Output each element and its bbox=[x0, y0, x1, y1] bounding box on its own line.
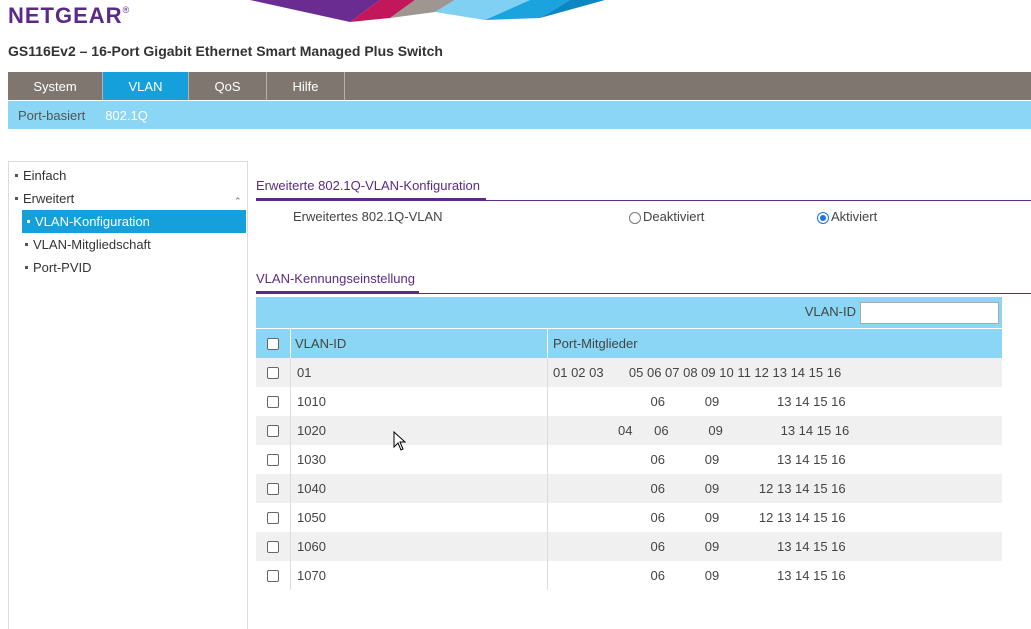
row-checkbox[interactable] bbox=[267, 366, 279, 379]
sidebar-item-port-pvid[interactable]: Port-PVID bbox=[25, 260, 92, 275]
sub-nav: Port-basiert 802.1Q bbox=[8, 101, 1031, 129]
row-checkbox[interactable] bbox=[267, 540, 279, 553]
table-row[interactable]: 1050 06 09 12 13 14 15 16 bbox=[256, 503, 1002, 532]
bullet-icon bbox=[27, 220, 30, 223]
sidebar-item-label: VLAN-Mitgliedschaft bbox=[33, 237, 151, 252]
filter-row: VLAN-ID bbox=[256, 297, 1002, 328]
section-underline bbox=[256, 291, 419, 294]
sidebar-item-label: Port-PVID bbox=[33, 260, 92, 275]
subnav-port-basiert[interactable]: Port-basiert bbox=[8, 108, 85, 123]
select-all-checkbox[interactable] bbox=[267, 337, 279, 350]
config-section-title: Erweiterte 802.1Q-VLAN-Konfiguration bbox=[256, 178, 481, 193]
vlan-id-filter-input[interactable] bbox=[860, 302, 999, 324]
port-members-cell: 01 02 03 05 06 07 08 09 10 11 12 13 14 1… bbox=[553, 365, 842, 380]
main-nav: System VLAN QoS Hilfe bbox=[8, 72, 1031, 100]
bullet-icon bbox=[15, 197, 18, 201]
brand-registered-mark: ® bbox=[122, 5, 131, 15]
port-members-cell: 06 09 13 14 15 16 bbox=[553, 452, 846, 467]
header-banner-graphic bbox=[250, 0, 605, 22]
vlan-mode-label: Erweitertes 802.1Q-VLAN bbox=[293, 209, 443, 224]
bullet-icon bbox=[15, 174, 18, 178]
vlan-id-cell: 1070 bbox=[297, 568, 326, 583]
bullet-icon bbox=[25, 243, 28, 247]
vlan-table: VLAN-ID VLAN-ID Port-Mitglieder 01 01 02… bbox=[256, 297, 1002, 590]
vlan-id-cell: 1040 bbox=[297, 481, 326, 496]
port-members-cell: 06 09 12 13 14 15 16 bbox=[553, 510, 846, 525]
row-checkbox[interactable] bbox=[267, 424, 279, 437]
vlan-id-cell: 1010 bbox=[297, 394, 326, 409]
table-row[interactable]: 1060 06 09 13 14 15 16 bbox=[256, 532, 1002, 561]
port-members-cell: 06 09 12 13 14 15 16 bbox=[553, 481, 846, 496]
vlan-id-cell: 1030 bbox=[297, 452, 326, 467]
vlan-id-cell: 01 bbox=[297, 365, 312, 380]
sidebar-item-einfach[interactable]: Einfach bbox=[15, 168, 66, 183]
section-underline bbox=[256, 198, 486, 201]
subnav-8021q[interactable]: 802.1Q bbox=[85, 108, 148, 123]
row-checkbox[interactable] bbox=[267, 569, 279, 582]
radio-deaktiviert-label[interactable]: Deaktiviert bbox=[643, 209, 704, 224]
col-header-vlan-id: VLAN-ID bbox=[295, 336, 347, 351]
sidebar-item-label: VLAN-Konfiguration bbox=[35, 214, 150, 229]
vlan-id-cell: 1060 bbox=[297, 539, 326, 554]
sidebar-item-label: Erweitert bbox=[23, 191, 75, 206]
row-checkbox[interactable] bbox=[267, 395, 279, 408]
vlan-id-cell: 1020 bbox=[297, 423, 326, 438]
vlan-table-section-title: VLAN-Kennungseinstellung bbox=[256, 271, 415, 286]
col-header-port-mitglieder: Port-Mitglieder bbox=[553, 336, 638, 351]
sidebar: Einfach Erweitert ⌃ VLAN-Konfiguration V… bbox=[8, 161, 248, 629]
row-checkbox[interactable] bbox=[267, 453, 279, 466]
radio-aktiviert-label[interactable]: Aktiviert bbox=[831, 209, 877, 224]
row-checkbox[interactable] bbox=[267, 511, 279, 524]
device-title: GS116Ev2 – 16-Port Gigabit Ethernet Smar… bbox=[8, 43, 443, 59]
table-row[interactable]: 01 01 02 03 05 06 07 08 09 10 11 12 13 1… bbox=[256, 358, 1002, 387]
port-members-cell: 06 09 13 14 15 16 bbox=[553, 539, 846, 554]
tab-hilfe[interactable]: Hilfe bbox=[267, 72, 345, 100]
port-members-cell: 04 06 09 13 14 15 16 bbox=[553, 423, 850, 438]
table-row[interactable]: 1070 06 09 13 14 15 16 bbox=[256, 561, 1002, 590]
tab-system[interactable]: System bbox=[8, 72, 103, 100]
sidebar-item-vlan-mitgliedschaft[interactable]: VLAN-Mitgliedschaft bbox=[25, 237, 151, 252]
vlan-id-cell: 1050 bbox=[297, 510, 326, 525]
table-row[interactable]: 1010 06 09 13 14 15 16 bbox=[256, 387, 1002, 416]
brand-name: NETGEAR bbox=[8, 3, 123, 28]
table-row[interactable]: 1030 06 09 13 14 15 16 bbox=[256, 445, 1002, 474]
filter-label: VLAN-ID bbox=[804, 304, 856, 319]
mouse-pointer-icon bbox=[393, 431, 406, 451]
bullet-icon bbox=[25, 266, 28, 270]
table-header: VLAN-ID Port-Mitglieder bbox=[256, 328, 1002, 358]
chevron-up-icon[interactable]: ⌃ bbox=[234, 196, 242, 207]
sidebar-item-vlan-konfiguration[interactable]: VLAN-Konfiguration bbox=[22, 210, 246, 233]
tab-qos[interactable]: QoS bbox=[189, 72, 267, 100]
row-checkbox[interactable] bbox=[267, 482, 279, 495]
sidebar-item-label: Einfach bbox=[23, 168, 67, 183]
port-members-cell: 06 09 13 14 15 16 bbox=[553, 394, 846, 409]
sidebar-item-erweitert[interactable]: Erweitert bbox=[15, 191, 74, 206]
netgear-logo: NETGEAR® bbox=[8, 3, 130, 29]
radio-deaktiviert[interactable] bbox=[629, 212, 641, 224]
port-members-cell: 06 09 13 14 15 16 bbox=[553, 568, 846, 583]
table-row[interactable]: 1020 04 06 09 13 14 15 16 bbox=[256, 416, 1002, 445]
tab-vlan[interactable]: VLAN bbox=[103, 72, 189, 100]
radio-aktiviert[interactable] bbox=[817, 212, 829, 224]
table-row[interactable]: 1040 06 09 12 13 14 15 16 bbox=[256, 474, 1002, 503]
